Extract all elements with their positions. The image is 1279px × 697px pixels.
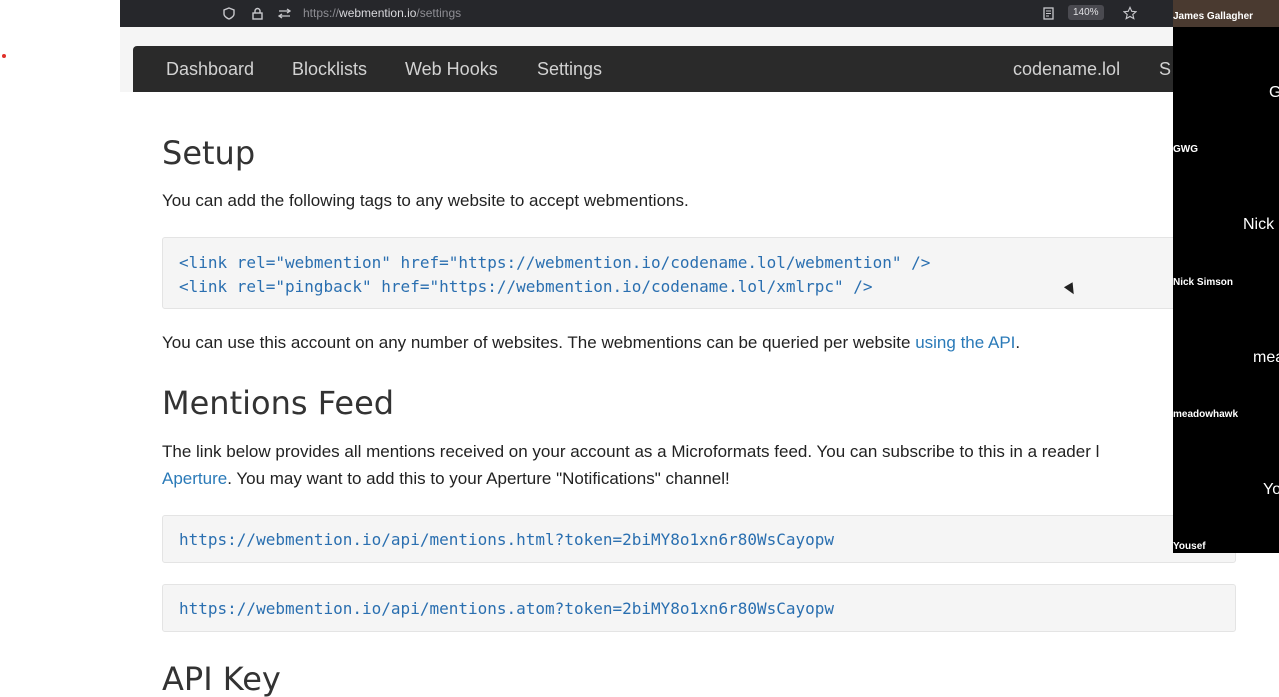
- participant-name-gwg: GWG: [1173, 144, 1198, 155]
- participant-initials-yousef: Yo: [1263, 481, 1279, 498]
- top-navbar: Dashboard Blocklists Web Hooks Settings …: [133, 46, 1279, 92]
- nav-account[interactable]: codename.lol: [1013, 59, 1120, 80]
- feed-description-line2: Aperture. You may want to add this to yo…: [162, 469, 730, 488]
- feed-description-line1: The link below provides all mentions rec…: [162, 442, 1100, 461]
- using-the-api-link[interactable]: using the API: [915, 333, 1015, 352]
- bookmark-star-icon[interactable]: [1123, 6, 1137, 20]
- setup-heading: Setup: [162, 134, 256, 172]
- recording-indicator-dot: [2, 54, 6, 58]
- nav-dashboard[interactable]: Dashboard: [166, 59, 254, 80]
- settings-content: Setup You can add the following tags to …: [120, 92, 1279, 697]
- address-bar[interactable]: https://webmention.io/settings 140%: [120, 0, 1279, 27]
- participant-initials-gwg: G: [1269, 84, 1279, 101]
- participant-initials-meadowhawk: mead: [1253, 349, 1279, 366]
- api-usage-text: You can use this account on any number o…: [162, 333, 1021, 352]
- webmention-tags-code[interactable]: <link rel="webmention" href="https://web…: [162, 237, 1236, 309]
- participant-name-nick: Nick Simson: [1173, 277, 1234, 288]
- feed-html-url-box[interactable]: https://webmention.io/api/mentions.html?…: [162, 515, 1236, 563]
- feed-atom-url[interactable]: https://webmention.io/api/mentions.atom?…: [163, 585, 1235, 621]
- lock-icon[interactable]: [250, 6, 264, 20]
- reader-mode-icon[interactable]: [1041, 6, 1055, 20]
- nav-settings[interactable]: Settings: [537, 59, 602, 80]
- nav-signout[interactable]: S: [1159, 59, 1171, 80]
- video-call-participants-panel: James Gallagher G GWG Nick Nick Simson m…: [1173, 0, 1279, 553]
- setup-intro: You can add the following tags to any we…: [162, 191, 689, 210]
- participant-initials-nick: Nick: [1243, 216, 1275, 233]
- shield-icon[interactable]: [222, 6, 236, 20]
- zoom-level[interactable]: 140%: [1068, 5, 1104, 20]
- mentions-feed-heading: Mentions Feed: [162, 384, 395, 422]
- feed-html-url[interactable]: https://webmention.io/api/mentions.html?…: [163, 516, 1235, 552]
- permissions-icon[interactable]: [277, 6, 291, 20]
- feed-atom-url-box[interactable]: https://webmention.io/api/mentions.atom?…: [162, 584, 1236, 632]
- nav-blocklists[interactable]: Blocklists: [292, 59, 367, 80]
- browser-window: https://webmention.io/settings 140% Dash…: [120, 0, 1279, 697]
- participant-name-james: James Gallagher: [1173, 11, 1254, 22]
- nav-webhooks[interactable]: Web Hooks: [405, 59, 498, 80]
- aperture-link[interactable]: Aperture: [162, 469, 227, 488]
- participant-name-meadowhawk: meadowhawk: [1173, 409, 1239, 420]
- participant-name-yousef: Yousef: [1173, 541, 1206, 552]
- code-line-webmention: <link rel="webmention" href="https://web…: [179, 253, 931, 272]
- url-text[interactable]: https://webmention.io/settings: [303, 6, 461, 20]
- api-key-heading: API Key: [162, 660, 281, 697]
